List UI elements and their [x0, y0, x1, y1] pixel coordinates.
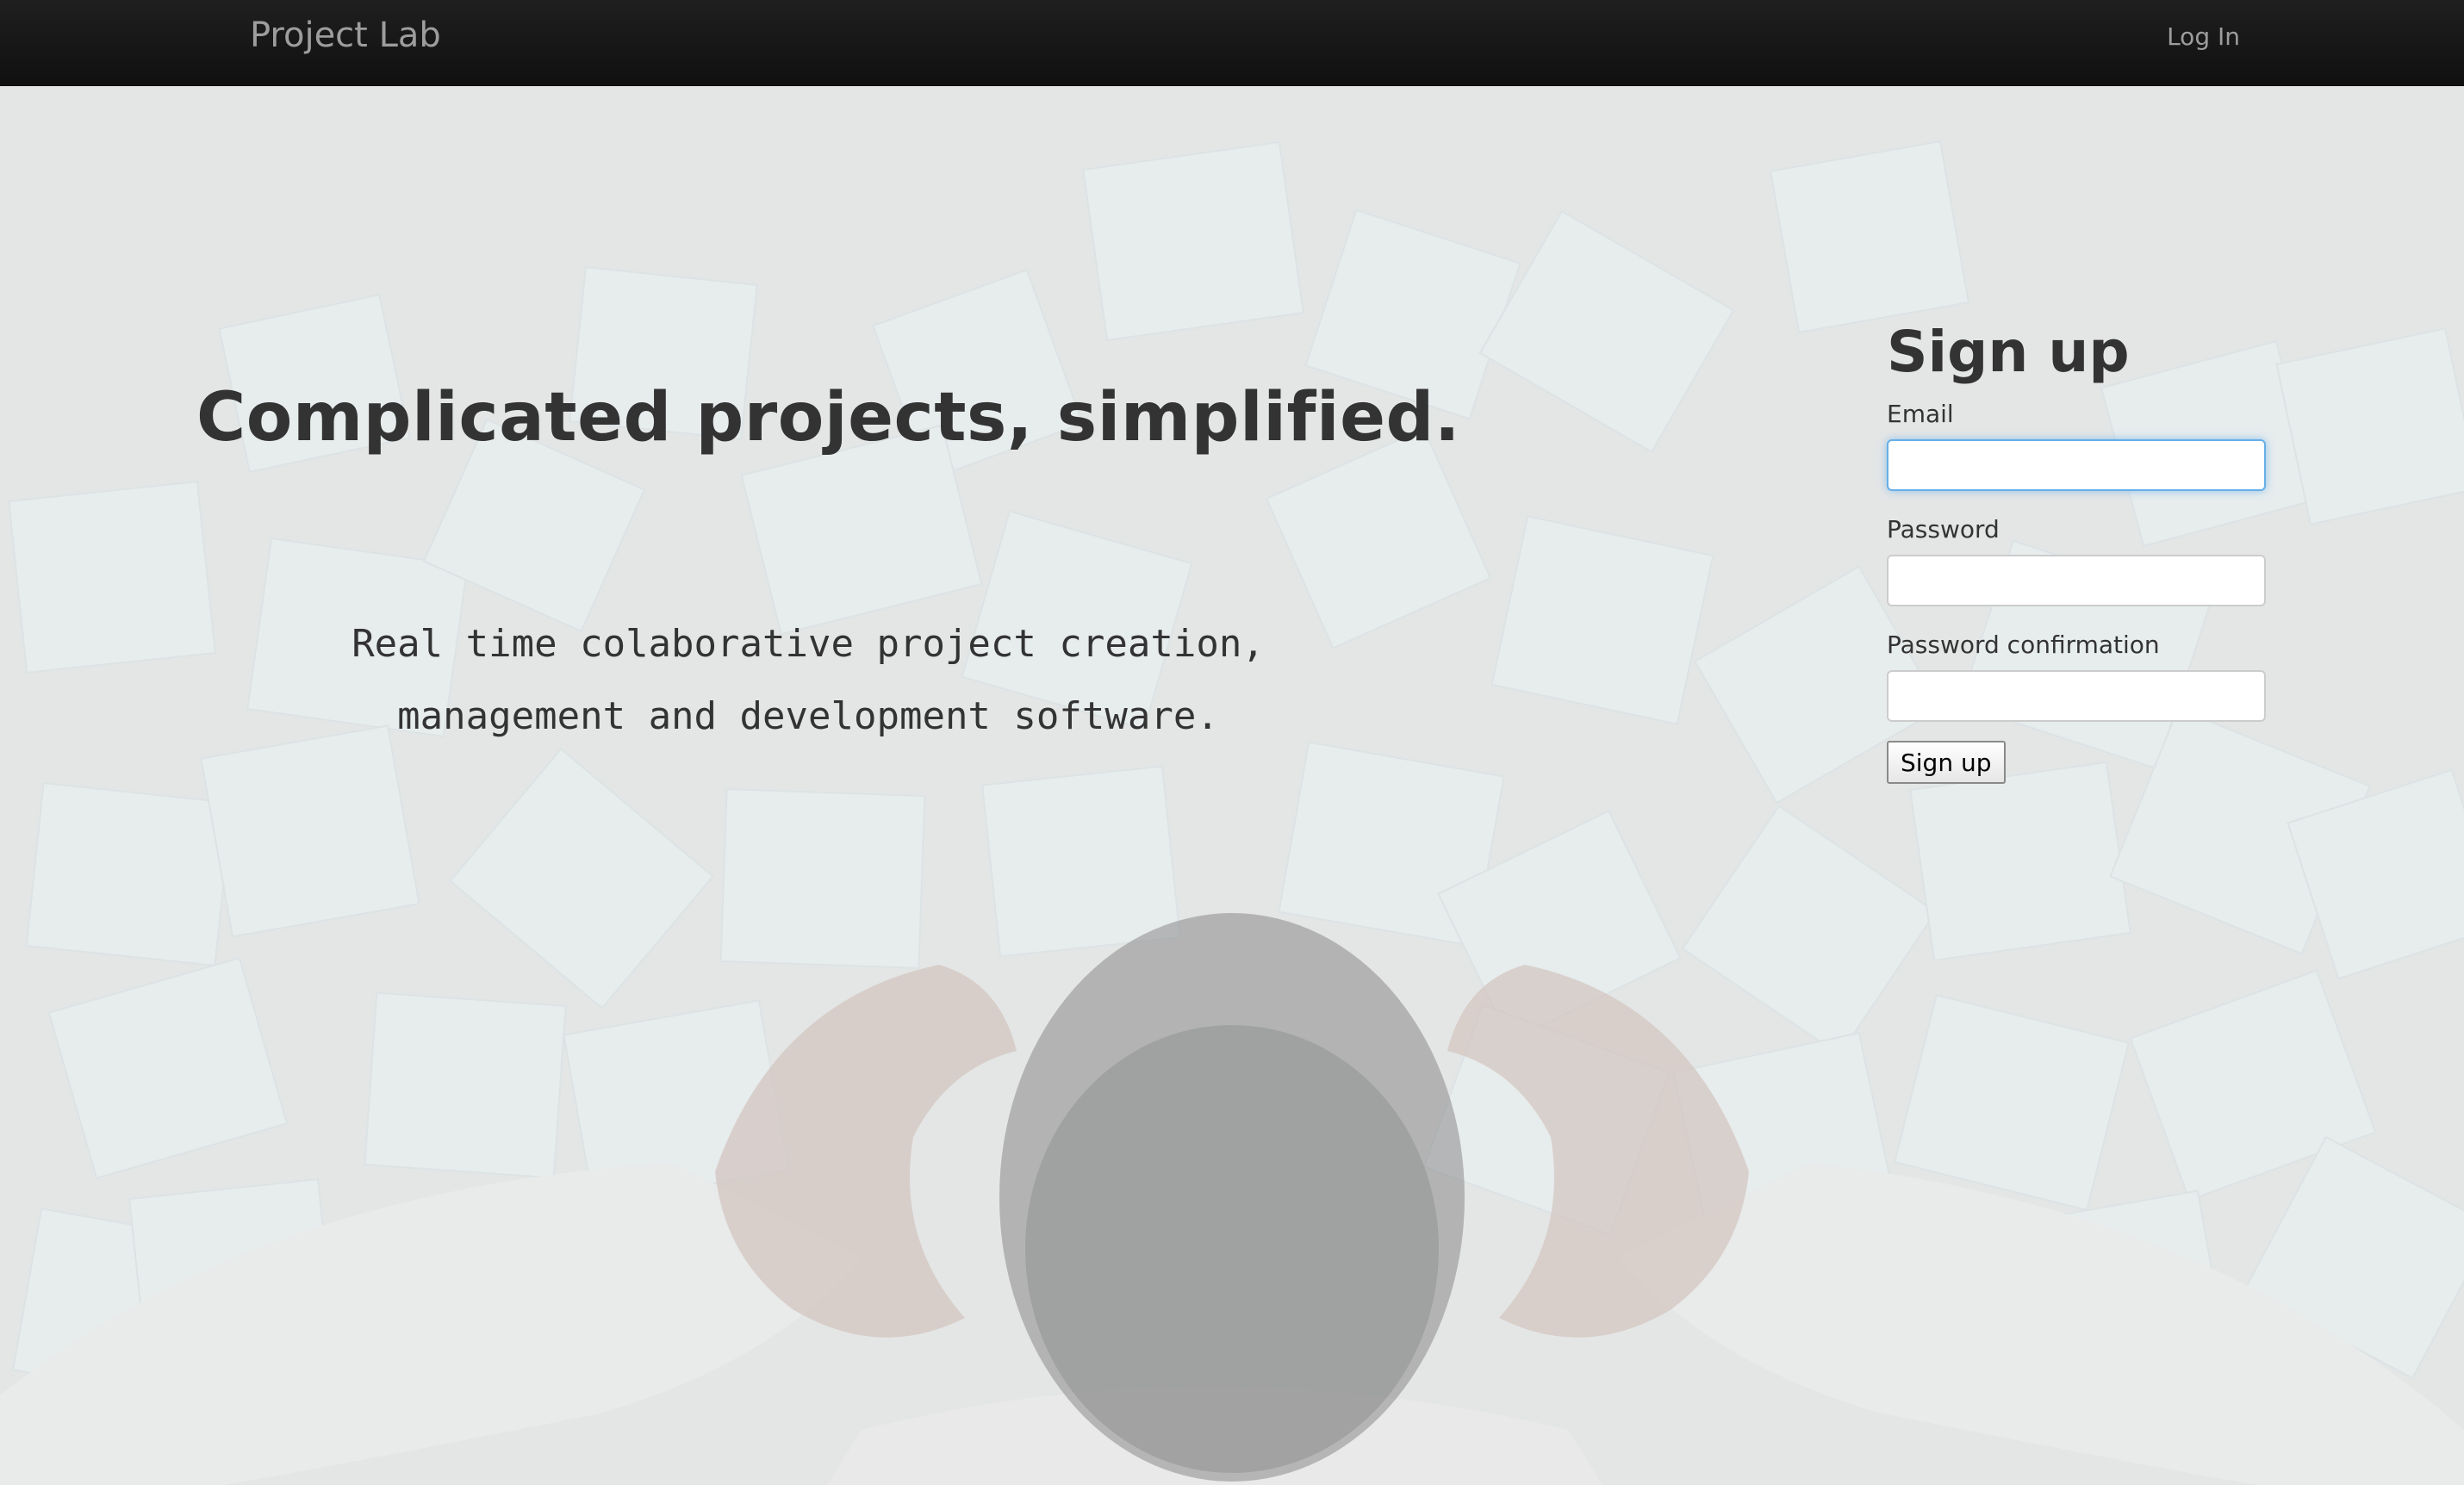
password-confirmation-field[interactable] [1887, 670, 2266, 722]
hero-headline: Complicated projects, simplified. [196, 379, 1461, 457]
signup-form: Sign up Email Password Password confirma… [1887, 315, 2266, 784]
landing-page: Project Lab Log In Complicated projects,… [0, 0, 2464, 1485]
email-field[interactable] [1887, 439, 2266, 491]
password-label: Password [1887, 515, 2000, 544]
background-image [0, 86, 2464, 1485]
email-label: Email [1887, 400, 1954, 428]
tagline-line-1: Real time colaborative project creation, [352, 622, 1265, 666]
password-field[interactable] [1887, 555, 2266, 606]
hero-tagline: Real time colaborative project creation,… [205, 608, 1411, 753]
tagline-line-2: management and development software. [397, 694, 1219, 738]
login-link[interactable]: Log In [2167, 22, 2240, 51]
password-confirmation-label: Password confirmation [1887, 631, 2160, 659]
brand-link[interactable]: Project Lab [250, 16, 441, 55]
signup-button[interactable]: Sign up [1887, 741, 2006, 784]
signup-title: Sign up [1887, 319, 2130, 385]
top-navbar: Project Lab Log In [0, 0, 2464, 86]
